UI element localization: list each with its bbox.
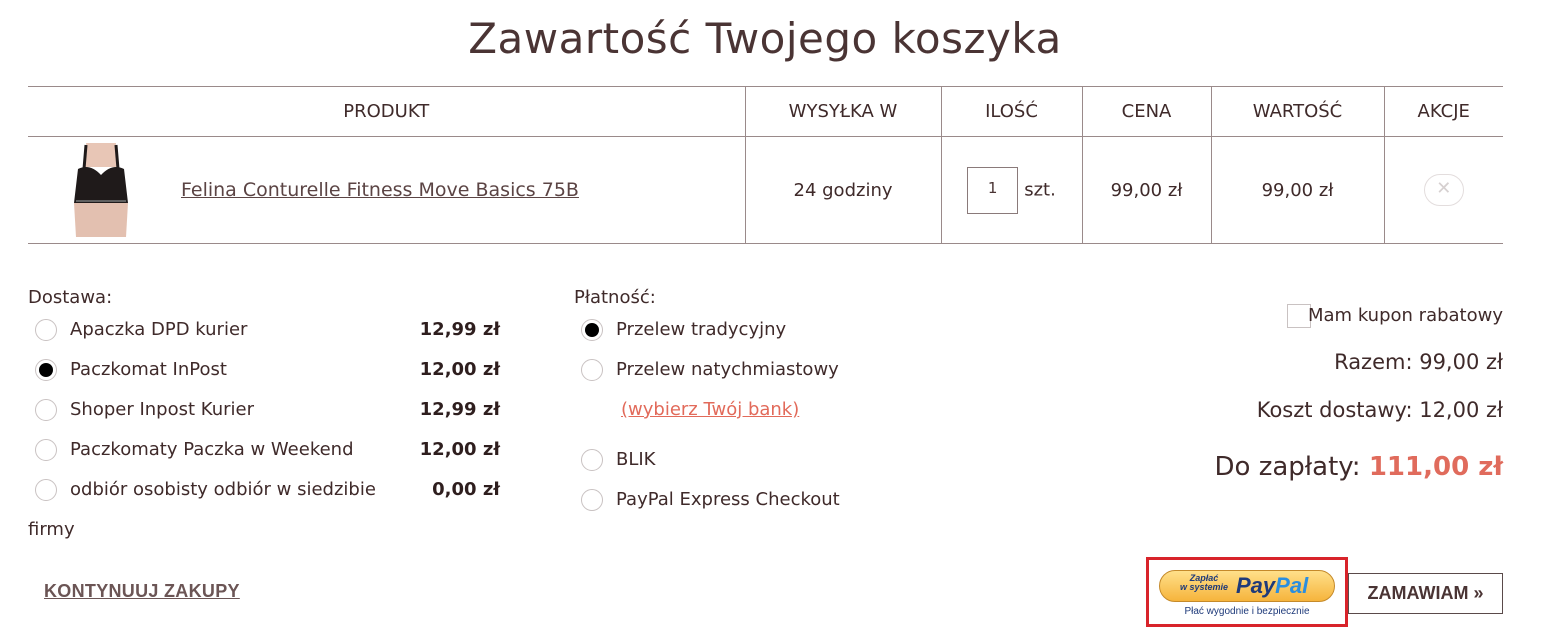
delivery-radio-pickup[interactable] [35,479,57,501]
line-value: 99,00 zł [1210,136,1384,244]
paypal-tagline: Płać wygodnie i bezpiecznie [1184,606,1310,617]
quantity-input[interactable]: 1 [967,166,1019,214]
cart-table: PRODUKT WYSYŁKA W ILOŚĆ CENA WARTOŚĆ AKC… [28,86,1503,244]
header-shipping: WYSYŁKA W [744,86,941,137]
product-thumbnail[interactable] [64,143,138,237]
header-product: PRODUKT [28,86,745,137]
product-name-link[interactable]: Felina Conturelle Fitness Move Basics 75… [181,179,579,201]
cart-header-row: PRODUKT WYSYŁKA W ILOŚĆ CENA WARTOŚĆ AKC… [28,86,1503,137]
payment-option-label[interactable]: Przelew natychmiastowy [616,359,839,380]
paypal-logo-pill: Zapłać w systemie PayPal [1159,570,1335,602]
payment-option-label[interactable]: BLIK [616,449,656,470]
delivery-option-label[interactable]: Paczkomat InPost [70,359,227,380]
header-actions: AKCJE [1383,86,1503,137]
unit-price: 99,00 zł [1081,136,1211,244]
order-button[interactable]: ZAMAWIAM » [1348,573,1503,614]
grand-total: Do zapłaty: 111,00 zł [1215,452,1503,482]
page-title: Zawartość Twojego koszyka [468,14,1062,63]
quantity-cell: 1 szt. [940,136,1082,244]
delivery-option-label[interactable]: Paczkomaty Paczka w Weekend [70,439,354,460]
coupon-label[interactable]: Mam kupon rabatowy [1308,305,1503,326]
delivery-option-price: 0,00 zł [432,479,500,500]
table-row: Felina Conturelle Fitness Move Basics 75… [28,136,1503,244]
delivery-radio-inpost[interactable] [35,359,57,381]
close-icon: ✕ [1436,178,1452,199]
header-price: CENA [1081,86,1211,137]
payment-radio-transfer[interactable] [581,319,603,341]
paypal-caption: Zapłać w systemie [1179,573,1229,592]
delivery-option-price: 12,00 zł [419,439,500,460]
delivery-option-label[interactable]: Shoper Inpost Kurier [70,399,254,420]
payment-radio-paypal[interactable] [581,489,603,511]
payment-label: Płatność: [574,287,656,308]
actions-cell: ✕ [1383,136,1503,244]
delivery-option-price: 12,99 zł [419,319,500,340]
delivery-option-label[interactable]: odbiór osobisty odbiór w siedzibie [70,479,376,500]
quantity-unit: szt. [1024,179,1056,200]
total-amount: 111,00 zł [1368,452,1503,482]
delivery-option-label[interactable]: Apaczka DPD kurier [70,319,247,340]
paypal-logo: PayPal [1236,573,1309,598]
delivery-option-label-wrap: firmy [28,519,75,540]
shipping-time: 24 godziny [744,136,941,244]
payment-option-label[interactable]: Przelew tradycyjny [616,319,786,340]
header-quantity: ILOŚĆ [940,86,1082,137]
delivery-option-price: 12,00 zł [419,359,500,380]
header-value: WARTOŚĆ [1210,86,1384,137]
choose-bank-link[interactable]: (wybierz Twój bank) [621,399,799,420]
total-label: Do zapłaty: [1214,452,1361,482]
payment-option-label[interactable]: PayPal Express Checkout [616,489,840,510]
remove-item-button[interactable]: ✕ [1423,174,1464,206]
payment-radio-instant[interactable] [581,359,603,381]
product-cell: Felina Conturelle Fitness Move Basics 75… [28,136,745,244]
subtotal: Razem: 99,00 zł [1334,350,1503,374]
delivery-radio-apaczka[interactable] [35,319,57,341]
paypal-button[interactable]: Zapłać w systemie PayPal Płać wygodnie i… [1146,557,1348,627]
delivery-radio-shoper[interactable] [35,399,57,421]
delivery-radio-weekend[interactable] [35,439,57,461]
delivery-option-price: 12,99 zł [419,399,500,420]
payment-radio-blik[interactable] [581,449,603,471]
delivery-label: Dostawa: [28,287,113,308]
shipping-cost: Koszt dostawy: 12,00 zł [1256,398,1503,422]
continue-shopping-button[interactable]: KONTYNUUJ ZAKUPY [44,581,240,602]
